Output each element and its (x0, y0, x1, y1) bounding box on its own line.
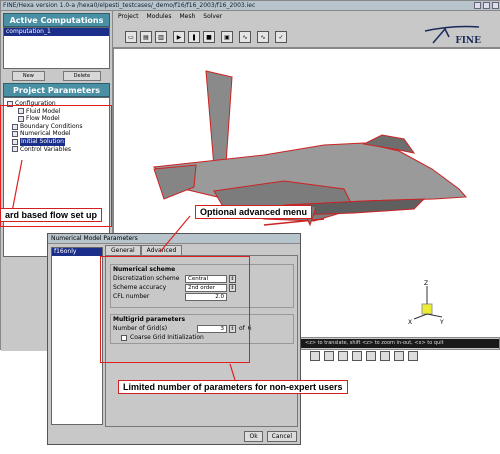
dialog-buttons: Ok Cancel (244, 431, 297, 442)
play-icon[interactable]: ▶ (173, 31, 185, 43)
dialog-tabs: General Advanced (105, 245, 183, 255)
active-computations-title: Active Computations (3, 13, 110, 27)
project-parameters-title: Project Parameters (3, 83, 110, 97)
view-x-icon[interactable] (310, 351, 320, 361)
view-y-icon[interactable] (324, 351, 334, 361)
view-cube-icon[interactable] (366, 351, 376, 361)
tab-general[interactable]: General (105, 245, 141, 255)
maximize-button[interactable] (483, 2, 490, 9)
pause-icon[interactable]: ❚ (188, 31, 200, 43)
minimize-button[interactable] (474, 2, 481, 9)
stop-icon[interactable]: ■ (203, 31, 215, 43)
graph-log-icon[interactable]: ∿ (257, 31, 269, 43)
flow-setup-callout: ard based flow set up (0, 208, 103, 222)
advanced-menu-callout: Optional advanced menu (195, 205, 313, 219)
save-project-icon[interactable]: ▥ (155, 31, 167, 43)
block-item[interactable]: f16only (52, 248, 102, 256)
graph-check-icon[interactable]: ✓ (275, 31, 287, 43)
computation-buttons: New Delete (3, 71, 110, 81)
highlight-params-box (100, 256, 250, 363)
view-toolbar (300, 349, 500, 363)
graph-icon[interactable]: ∿ (239, 31, 251, 43)
open-project-icon[interactable]: ▤ (140, 31, 152, 43)
menu-mesh[interactable]: Mesh (179, 11, 195, 22)
view-fit-icon[interactable] (380, 351, 390, 361)
logo-text: FINE (455, 36, 481, 46)
dialog-block-list[interactable]: f16only (51, 247, 103, 425)
window-controls (474, 2, 499, 9)
axis-x-label: X (408, 319, 412, 326)
new-button[interactable]: New (11, 71, 45, 81)
menu-project[interactable]: Project (118, 11, 139, 22)
view-reset-icon[interactable] (394, 351, 404, 361)
dialog-title: Numerical Model Parameters (48, 234, 300, 244)
axis-z-label: Z (424, 280, 428, 287)
new-project-icon[interactable]: ▭ (125, 31, 137, 43)
menu-bar: Project Modules Mesh Solver (113, 11, 500, 22)
axis-triad-icon (413, 286, 443, 320)
active-computations-list[interactable]: computation_1 (3, 27, 110, 69)
close-button[interactable] (492, 2, 499, 9)
menu-modules[interactable]: Modules (147, 11, 172, 22)
computation-item[interactable]: computation_1 (4, 28, 109, 36)
viewport-status-bar: <z> to translate, shift <z> to zoom in-o… (301, 339, 499, 348)
toolbar: ▭ ▤ ▥ ▶ ❚ ■ ▣ ∿ ∿ ✓ FINE (113, 22, 500, 48)
window-titlebar: FINE/Hexa version 1.0-a /hexa0/elpesti_t… (1, 1, 500, 11)
view-iso-icon[interactable] (352, 351, 362, 361)
view-z-icon[interactable] (338, 351, 348, 361)
monitor-icon[interactable]: ▣ (221, 31, 233, 43)
fine-logo: FINE (423, 23, 481, 47)
menu-solver[interactable]: Solver (203, 11, 222, 22)
tab-advanced[interactable]: Advanced (140, 245, 183, 255)
limited-params-callout: Limited number of parameters for non-exp… (118, 380, 348, 394)
ok-button[interactable]: Ok (244, 431, 263, 442)
axis-y-label: Y (439, 319, 444, 326)
window-title: FINE/Hexa version 1.0-a /hexa0/elpesti_t… (3, 2, 256, 9)
delete-button[interactable]: Delete (62, 71, 102, 81)
view-render-icon[interactable] (408, 351, 418, 361)
cancel-button[interactable]: Cancel (266, 431, 297, 442)
